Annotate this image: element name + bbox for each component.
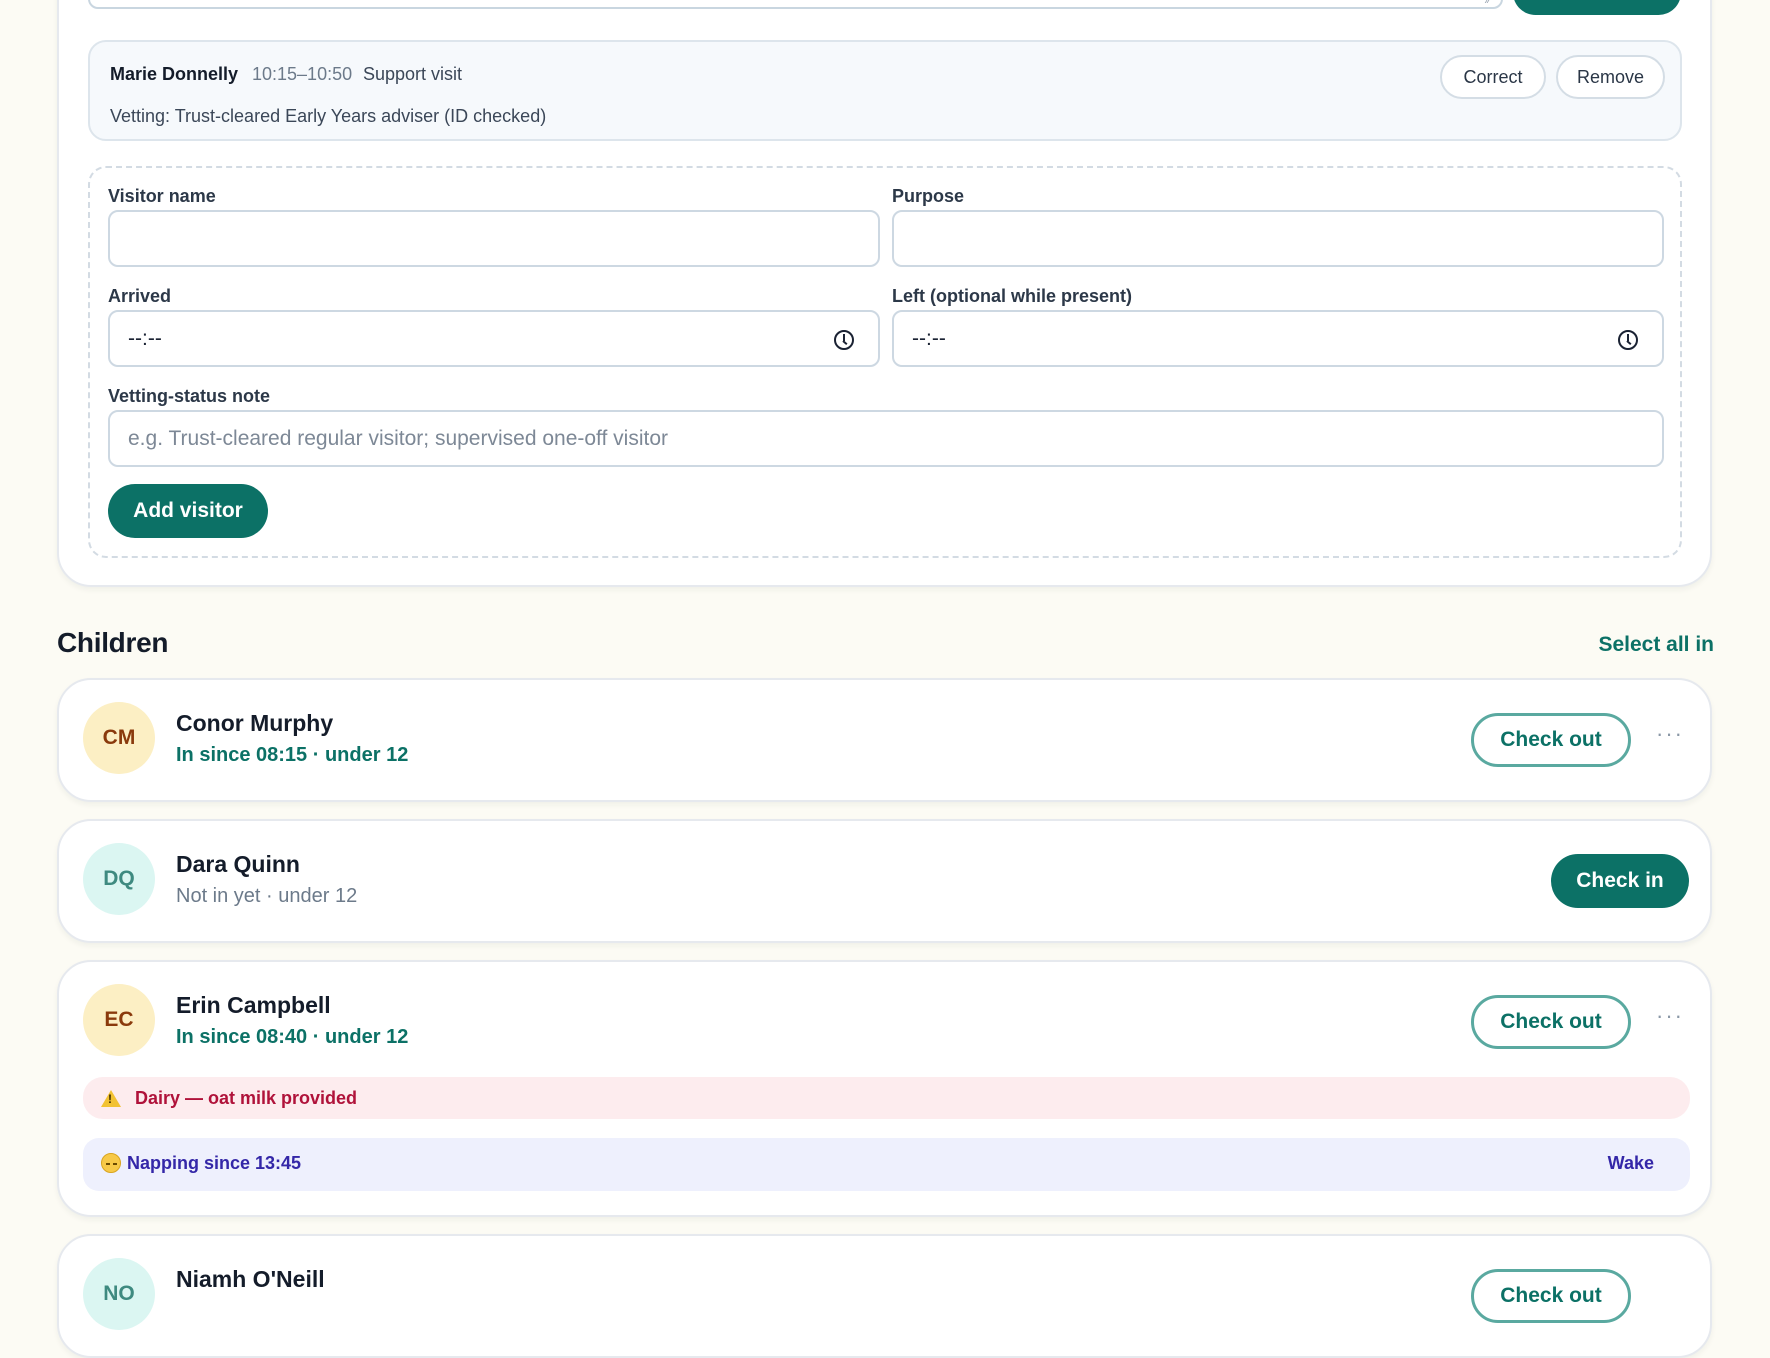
- child-status: Not in yet · under 12: [176, 885, 358, 907]
- visitor-name-label: Visitor name: [108, 186, 216, 206]
- purpose-label: Purpose: [892, 186, 965, 206]
- child-name: Niamh O'Neill: [176, 1266, 325, 1292]
- left-time-input[interactable]: --:--: [892, 310, 1664, 367]
- check-out-button[interactable]: Check out: [1471, 713, 1631, 767]
- visitor-purpose: Support visit: [363, 64, 463, 84]
- check-in-button[interactable]: Check in: [1551, 854, 1689, 908]
- remove-button[interactable]: Remove: [1556, 55, 1665, 99]
- visitor-time: 10:15–10:50: [252, 64, 353, 84]
- add-visitor-button[interactable]: Add visitor: [108, 484, 268, 538]
- vetting-note-label: Vetting-status note: [108, 386, 271, 406]
- sleep-icon: [101, 1153, 121, 1173]
- child-card: EC Erin Campbell In since 08:40 · under …: [57, 960, 1712, 1217]
- vetting-note-input[interactable]: e.g. Trust-cleared regular visitor; supe…: [108, 410, 1664, 467]
- visitor-name-input[interactable]: [108, 210, 880, 267]
- avatar: EC: [83, 984, 155, 1056]
- child-card: NO Niamh O'Neill Check out: [57, 1234, 1712, 1358]
- child-card: CM Conor Murphy In since 08:15 · under 1…: [57, 678, 1712, 802]
- clock-icon[interactable]: [834, 330, 854, 350]
- check-out-button[interactable]: Check out: [1471, 1269, 1631, 1323]
- avatar: NO: [83, 1258, 155, 1330]
- allergy-banner: Dairy — oat milk provided: [83, 1077, 1690, 1119]
- purpose-input[interactable]: [892, 210, 1664, 267]
- nap-banner: Napping since 13:45 Wake: [83, 1138, 1690, 1191]
- allergy-text: Dairy — oat milk provided: [135, 1087, 358, 1108]
- vetting-note-placeholder: e.g. Trust-cleared regular visitor; supe…: [128, 426, 669, 450]
- avatar: CM: [83, 702, 155, 774]
- previous-notes-textarea[interactable]: [88, 0, 1503, 9]
- clock-icon[interactable]: [1618, 330, 1638, 350]
- left-time-value: --:--: [912, 326, 946, 350]
- child-name: Erin Campbell: [176, 992, 331, 1018]
- avatar: DQ: [83, 843, 155, 915]
- child-status: In since 08:40 · under 12: [176, 1026, 409, 1048]
- warning-icon: [101, 1089, 121, 1107]
- arrived-label: Arrived: [108, 286, 172, 306]
- child-name: Dara Quinn: [176, 851, 300, 877]
- previous-save-button[interactable]: [1513, 0, 1681, 15]
- child-card: DQ Dara Quinn Not in yet · under 12 Chec…: [57, 819, 1712, 943]
- add-visitor-form: Visitor name Purpose Arrived --:-- Left …: [88, 166, 1682, 558]
- visitor-name: Marie Donnelly: [110, 64, 239, 84]
- child-status: In since 08:15 · under 12: [176, 744, 409, 766]
- visitor-entry: Marie Donnelly 10:15–10:50 Support visit…: [88, 40, 1682, 141]
- correct-button[interactable]: Correct: [1440, 55, 1546, 99]
- child-name: Conor Murphy: [176, 710, 334, 736]
- more-icon[interactable]: ···: [1652, 723, 1688, 752]
- visitor-vetting-note: Vetting: Trust-cleared Early Years advis…: [110, 106, 547, 126]
- arrived-time-value: --:--: [128, 326, 162, 350]
- select-all-link[interactable]: Select all in: [1598, 633, 1714, 657]
- left-label: Left (optional while present): [892, 286, 1133, 306]
- children-section-title: Children: [57, 627, 169, 658]
- more-icon[interactable]: ···: [1652, 1005, 1688, 1034]
- arrived-time-input[interactable]: --:--: [108, 310, 880, 367]
- wake-button[interactable]: Wake: [1608, 1153, 1654, 1174]
- check-out-button[interactable]: Check out: [1471, 995, 1631, 1049]
- nap-text: Napping since 13:45: [127, 1153, 302, 1173]
- resize-grip-icon[interactable]: ⁄⁄: [1487, 0, 1501, 6]
